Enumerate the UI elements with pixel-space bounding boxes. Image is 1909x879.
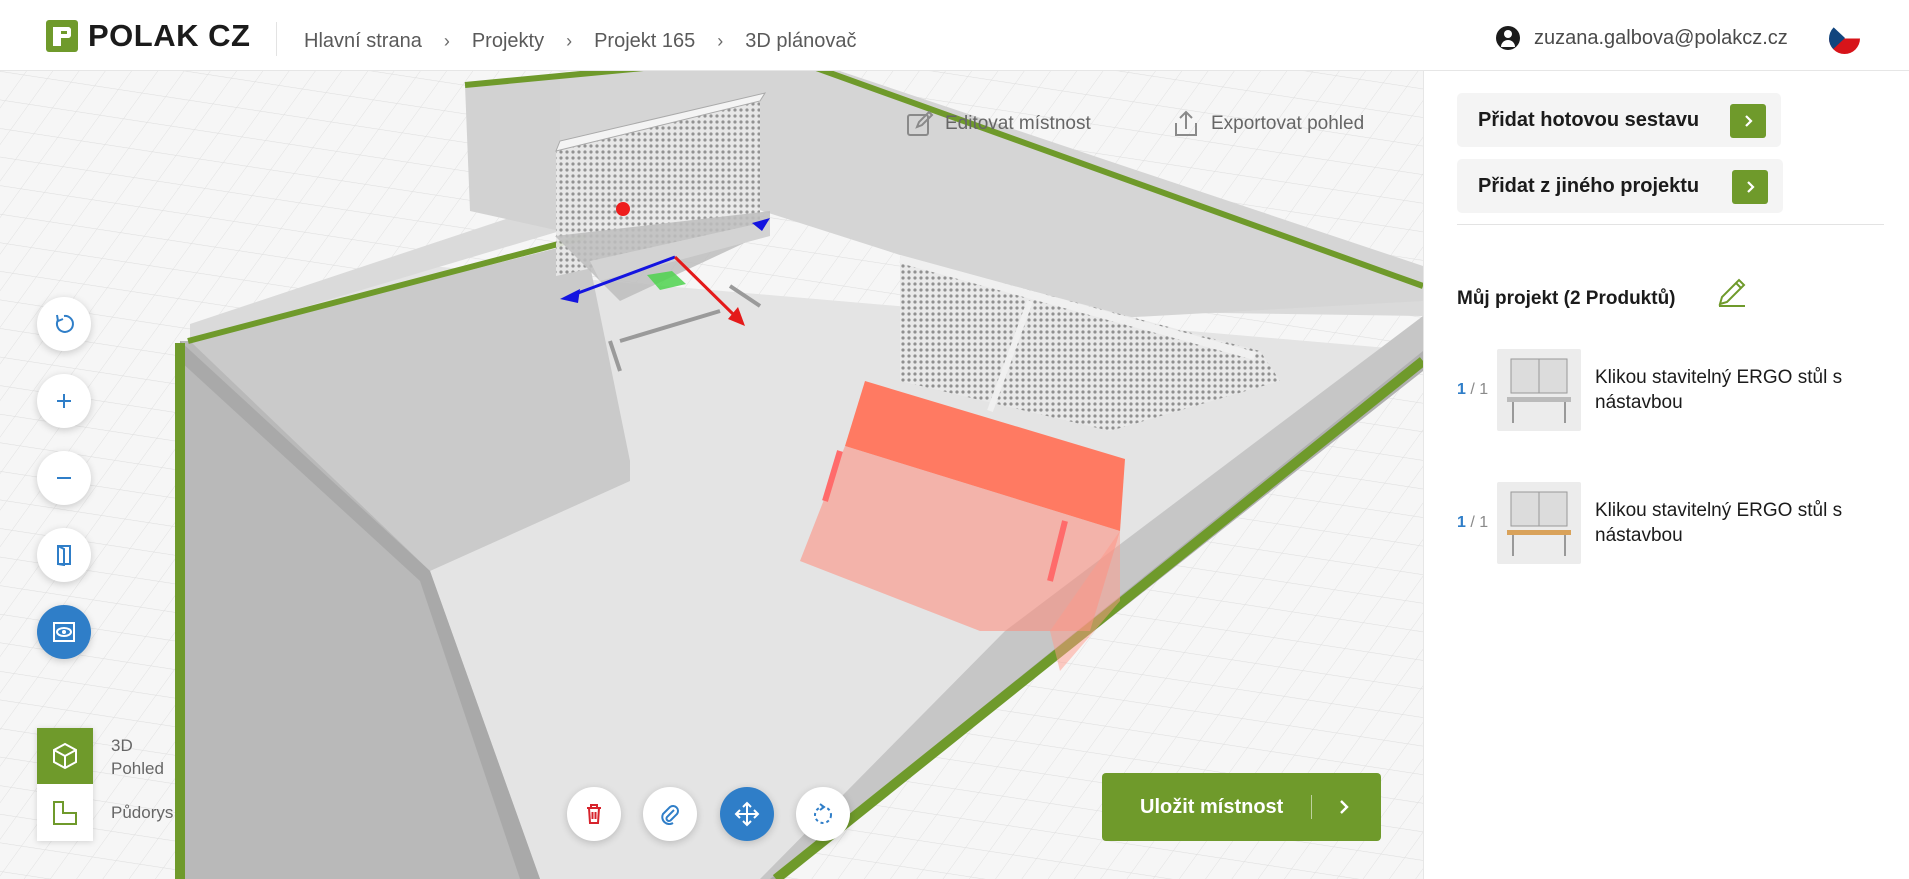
chevron-right-icon: › — [566, 31, 573, 51]
zoom-in-icon — [57, 394, 71, 408]
product-item[interactable]: 1 / 1 Klikou stavitelný ERGO stůl s nást… — [1457, 481, 1855, 565]
product-quantity: 1 / 1 — [1457, 381, 1489, 398]
zoom-in-button[interactable] — [37, 374, 91, 428]
sidebar-divider — [1457, 224, 1884, 225]
door-icon — [57, 545, 71, 566]
breadcrumb: Hlavní strana › Projekty › Projekt 165 ›… — [304, 30, 856, 53]
product-thumbnail — [1497, 349, 1581, 431]
user-account-icon — [1496, 26, 1520, 50]
rotate-object-button[interactable] — [796, 787, 850, 841]
visibility-toggle-button[interactable] — [37, 605, 91, 659]
product-item[interactable]: 1 / 1 Klikou stavitelný ERGO stůl s nást… — [1457, 348, 1855, 432]
logo-mark-icon — [46, 20, 78, 52]
edit-room-button[interactable]: Editovat místnost — [905, 109, 1091, 139]
move-object-button[interactable] — [720, 787, 774, 841]
project-sidebar: Přidat hotovou sestavu Přidat z jiného p… — [1423, 71, 1909, 879]
polak-logo[interactable]: POLAK CZ — [46, 18, 251, 53]
add-preset-button[interactable]: Přidat hotovou sestavu — [1457, 93, 1781, 147]
pencil-icon — [1718, 278, 1746, 307]
edit-project-button[interactable] — [1715, 275, 1749, 314]
move-icon — [734, 801, 760, 827]
cz-flag-icon[interactable] — [1829, 23, 1860, 54]
project-title: Můj projekt (2 Produktů) — [1457, 288, 1676, 309]
breadcrumb-project[interactable]: Projekt 165 — [594, 30, 695, 53]
chevron-right-icon: › — [717, 31, 724, 51]
door-button[interactable] — [37, 528, 91, 582]
top-header: POLAK CZ Hlavní strana › Projekty › Proj… — [0, 0, 1909, 71]
user-menu[interactable]: zuzana.galbova@polakcz.cz — [1496, 26, 1788, 50]
add-from-project-label: Přidat z jiného projektu — [1478, 174, 1700, 197]
cube-icon — [53, 742, 77, 770]
edit-icon — [907, 110, 934, 136]
header-divider — [276, 22, 277, 56]
breadcrumb-projects[interactable]: Projekty — [472, 30, 544, 53]
chevron-right-icon — [1730, 104, 1766, 138]
zoom-out-icon — [57, 477, 71, 479]
export-view-label: Exportovat pohled — [1211, 113, 1365, 134]
breadcrumb-home[interactable]: Hlavní strana — [304, 30, 422, 53]
chevron-right-icon — [1732, 170, 1768, 204]
breadcrumb-planner: 3D plánovač — [745, 30, 857, 52]
add-preset-label: Přidat hotovou sestavu — [1478, 108, 1700, 131]
visibility-icon — [53, 622, 75, 642]
view-3d-button[interactable] — [37, 728, 93, 784]
view-plan-button[interactable] — [37, 784, 93, 841]
add-from-project-button[interactable]: Přidat z jiného projektu — [1457, 159, 1783, 213]
attach-icon — [661, 805, 679, 825]
chevron-right-icon: › — [443, 31, 450, 51]
product-name: Klikou stavitelný ERGO stůl s nástavbou — [1595, 367, 1843, 413]
product-name: Klikou stavitelný ERGO stůl s nástavbou — [1595, 500, 1843, 546]
view-3d-label: 3D Pohled — [111, 736, 164, 778]
product-thumbnail — [1497, 482, 1581, 564]
view-plan-label: Půdorys — [111, 803, 174, 822]
attach-button[interactable] — [643, 787, 697, 841]
edit-room-label: Editovat místnost — [945, 113, 1091, 134]
save-divider — [1311, 795, 1312, 819]
floor-plan-icon — [53, 800, 77, 825]
rotate-icon — [814, 803, 832, 824]
share-export-icon — [1175, 110, 1197, 136]
trash-icon — [587, 804, 601, 824]
logo-text: POLAK CZ — [88, 18, 251, 53]
save-room-label: Uložit místnost — [1140, 795, 1284, 818]
reset-view-icon — [55, 314, 74, 333]
view-mode-switch — [37, 728, 93, 841]
reset-view-button[interactable] — [37, 297, 91, 351]
save-room-button[interactable]: Uložit místnost — [1102, 773, 1381, 841]
delete-object-button[interactable] — [567, 787, 621, 841]
chevron-right-icon — [1340, 800, 1349, 814]
export-view-button[interactable]: Exportovat pohled — [1171, 109, 1364, 139]
3d-viewport[interactable]: Editovat místnost Exportovat pohled 3D P… — [0, 71, 1423, 879]
user-email: zuzana.galbova@polakcz.cz — [1534, 26, 1788, 49]
zoom-out-button[interactable] — [37, 451, 91, 505]
room-scene[interactable] — [0, 71, 1423, 879]
product-quantity: 1 / 1 — [1457, 514, 1489, 531]
